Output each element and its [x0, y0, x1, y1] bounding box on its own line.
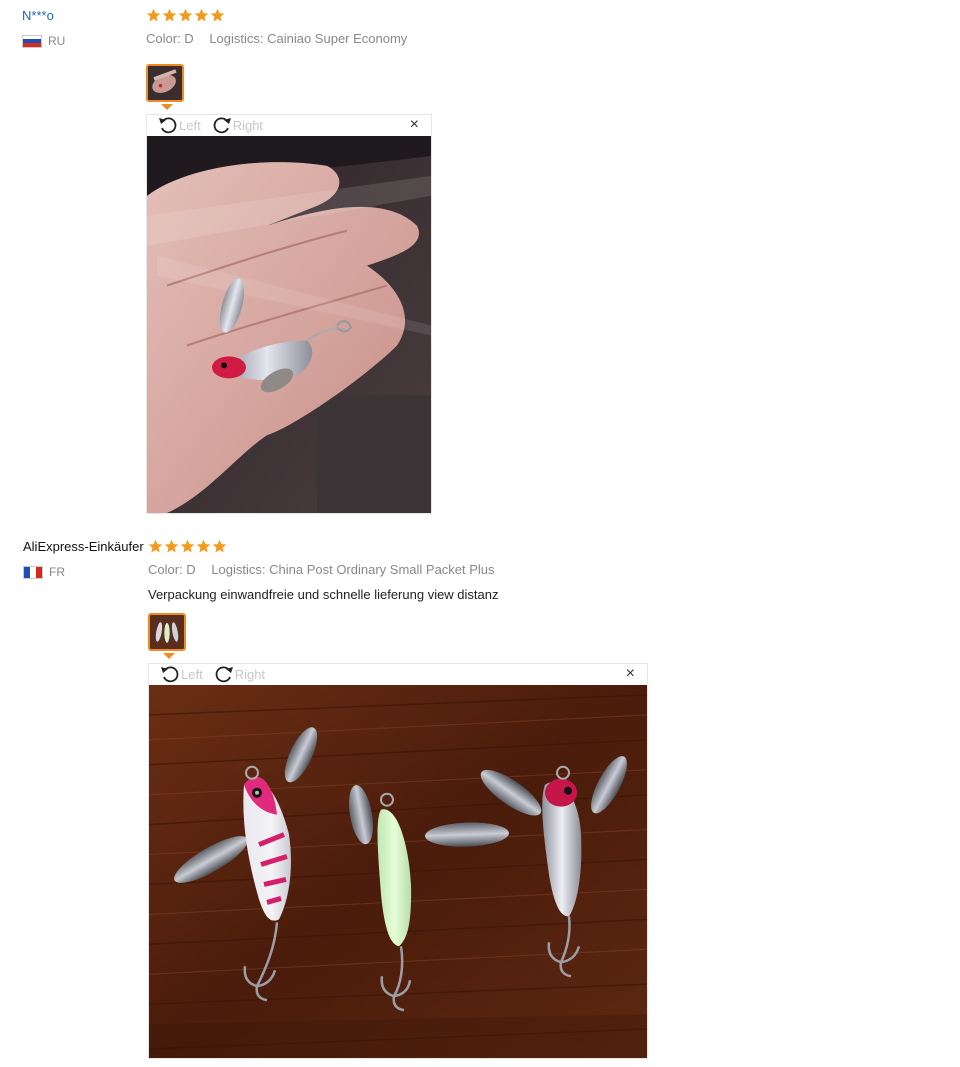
close-viewer-button[interactable]: ×	[410, 117, 419, 133]
photo-viewer: Left Right ×	[146, 114, 432, 514]
close-viewer-button[interactable]: ×	[626, 666, 635, 682]
rotate-right-label: Right	[234, 666, 266, 682]
review-photo-large	[149, 685, 647, 1058]
photo-thumbnail-image	[150, 615, 184, 649]
rating-stars	[148, 539, 227, 554]
review-photo-thumbnail[interactable]	[146, 64, 184, 102]
rotate-left-icon	[159, 117, 177, 134]
reviewer-name[interactable]: N***o	[22, 8, 54, 23]
logistics-info: Logistics: Cainiao Super Economy	[209, 31, 408, 46]
star-icon	[212, 539, 227, 553]
rotate-right-icon	[213, 117, 231, 134]
star-icon	[178, 8, 193, 22]
rotate-left-button[interactable]: Left	[159, 664, 203, 684]
review-photo-thumbnail[interactable]	[148, 613, 186, 651]
rotate-left-label: Left	[179, 117, 201, 133]
photo-viewer: Left Right ×	[148, 663, 648, 1059]
reviewer-country: FR	[23, 565, 65, 579]
rating-stars	[146, 8, 225, 23]
viewer-toolbar: Left Right ×	[149, 664, 647, 684]
star-icon	[146, 8, 161, 22]
thumbnail-pointer	[163, 653, 175, 659]
star-icon	[148, 539, 163, 553]
three-lures-on-wood-photo	[149, 685, 647, 1058]
thumbnail-pointer	[161, 104, 173, 110]
logistics-info: Logistics: China Post Ordinary Small Pac…	[211, 562, 495, 577]
order-info: Color: D Logistics: Cainiao Super Econom…	[146, 31, 407, 46]
star-icon	[180, 539, 195, 553]
order-info: Color: D Logistics: China Post Ordinary …	[148, 562, 495, 577]
photo-thumbnail-image	[148, 66, 182, 100]
flag-ru-icon	[22, 34, 42, 48]
reviewer-name: AliExpress-Einkäufer	[23, 539, 144, 554]
color-option: Color: D	[146, 31, 194, 46]
star-icon	[164, 539, 179, 553]
review-text: Verpackung einwandfreie und schnelle lie…	[148, 587, 499, 602]
rotate-right-button[interactable]: Right	[211, 115, 263, 135]
star-icon	[196, 539, 211, 553]
star-icon	[162, 8, 177, 22]
rotate-right-icon	[215, 666, 233, 683]
rotate-left-icon	[161, 666, 179, 683]
rotate-left-button[interactable]: Left	[157, 115, 201, 135]
review-item: AliExpress-Einkäufer FR Color: D Logisti…	[0, 530, 960, 1067]
rotate-right-label: Right	[232, 117, 264, 133]
review-item: N***o RU Color: D Logistics: Cainiao Sup…	[0, 0, 960, 520]
review-photo-large	[147, 136, 431, 513]
viewer-toolbar: Left Right ×	[147, 115, 431, 135]
star-icon	[194, 8, 209, 22]
country-code: RU	[48, 34, 66, 48]
lure-in-hand-photo	[147, 136, 431, 513]
star-icon	[210, 8, 225, 22]
rotate-left-label: Left	[181, 666, 203, 682]
color-option: Color: D	[148, 562, 196, 577]
flag-fr-icon	[23, 565, 43, 579]
country-code: FR	[49, 565, 65, 579]
rotate-right-button[interactable]: Right	[213, 664, 265, 684]
reviewer-country: RU	[22, 34, 65, 48]
